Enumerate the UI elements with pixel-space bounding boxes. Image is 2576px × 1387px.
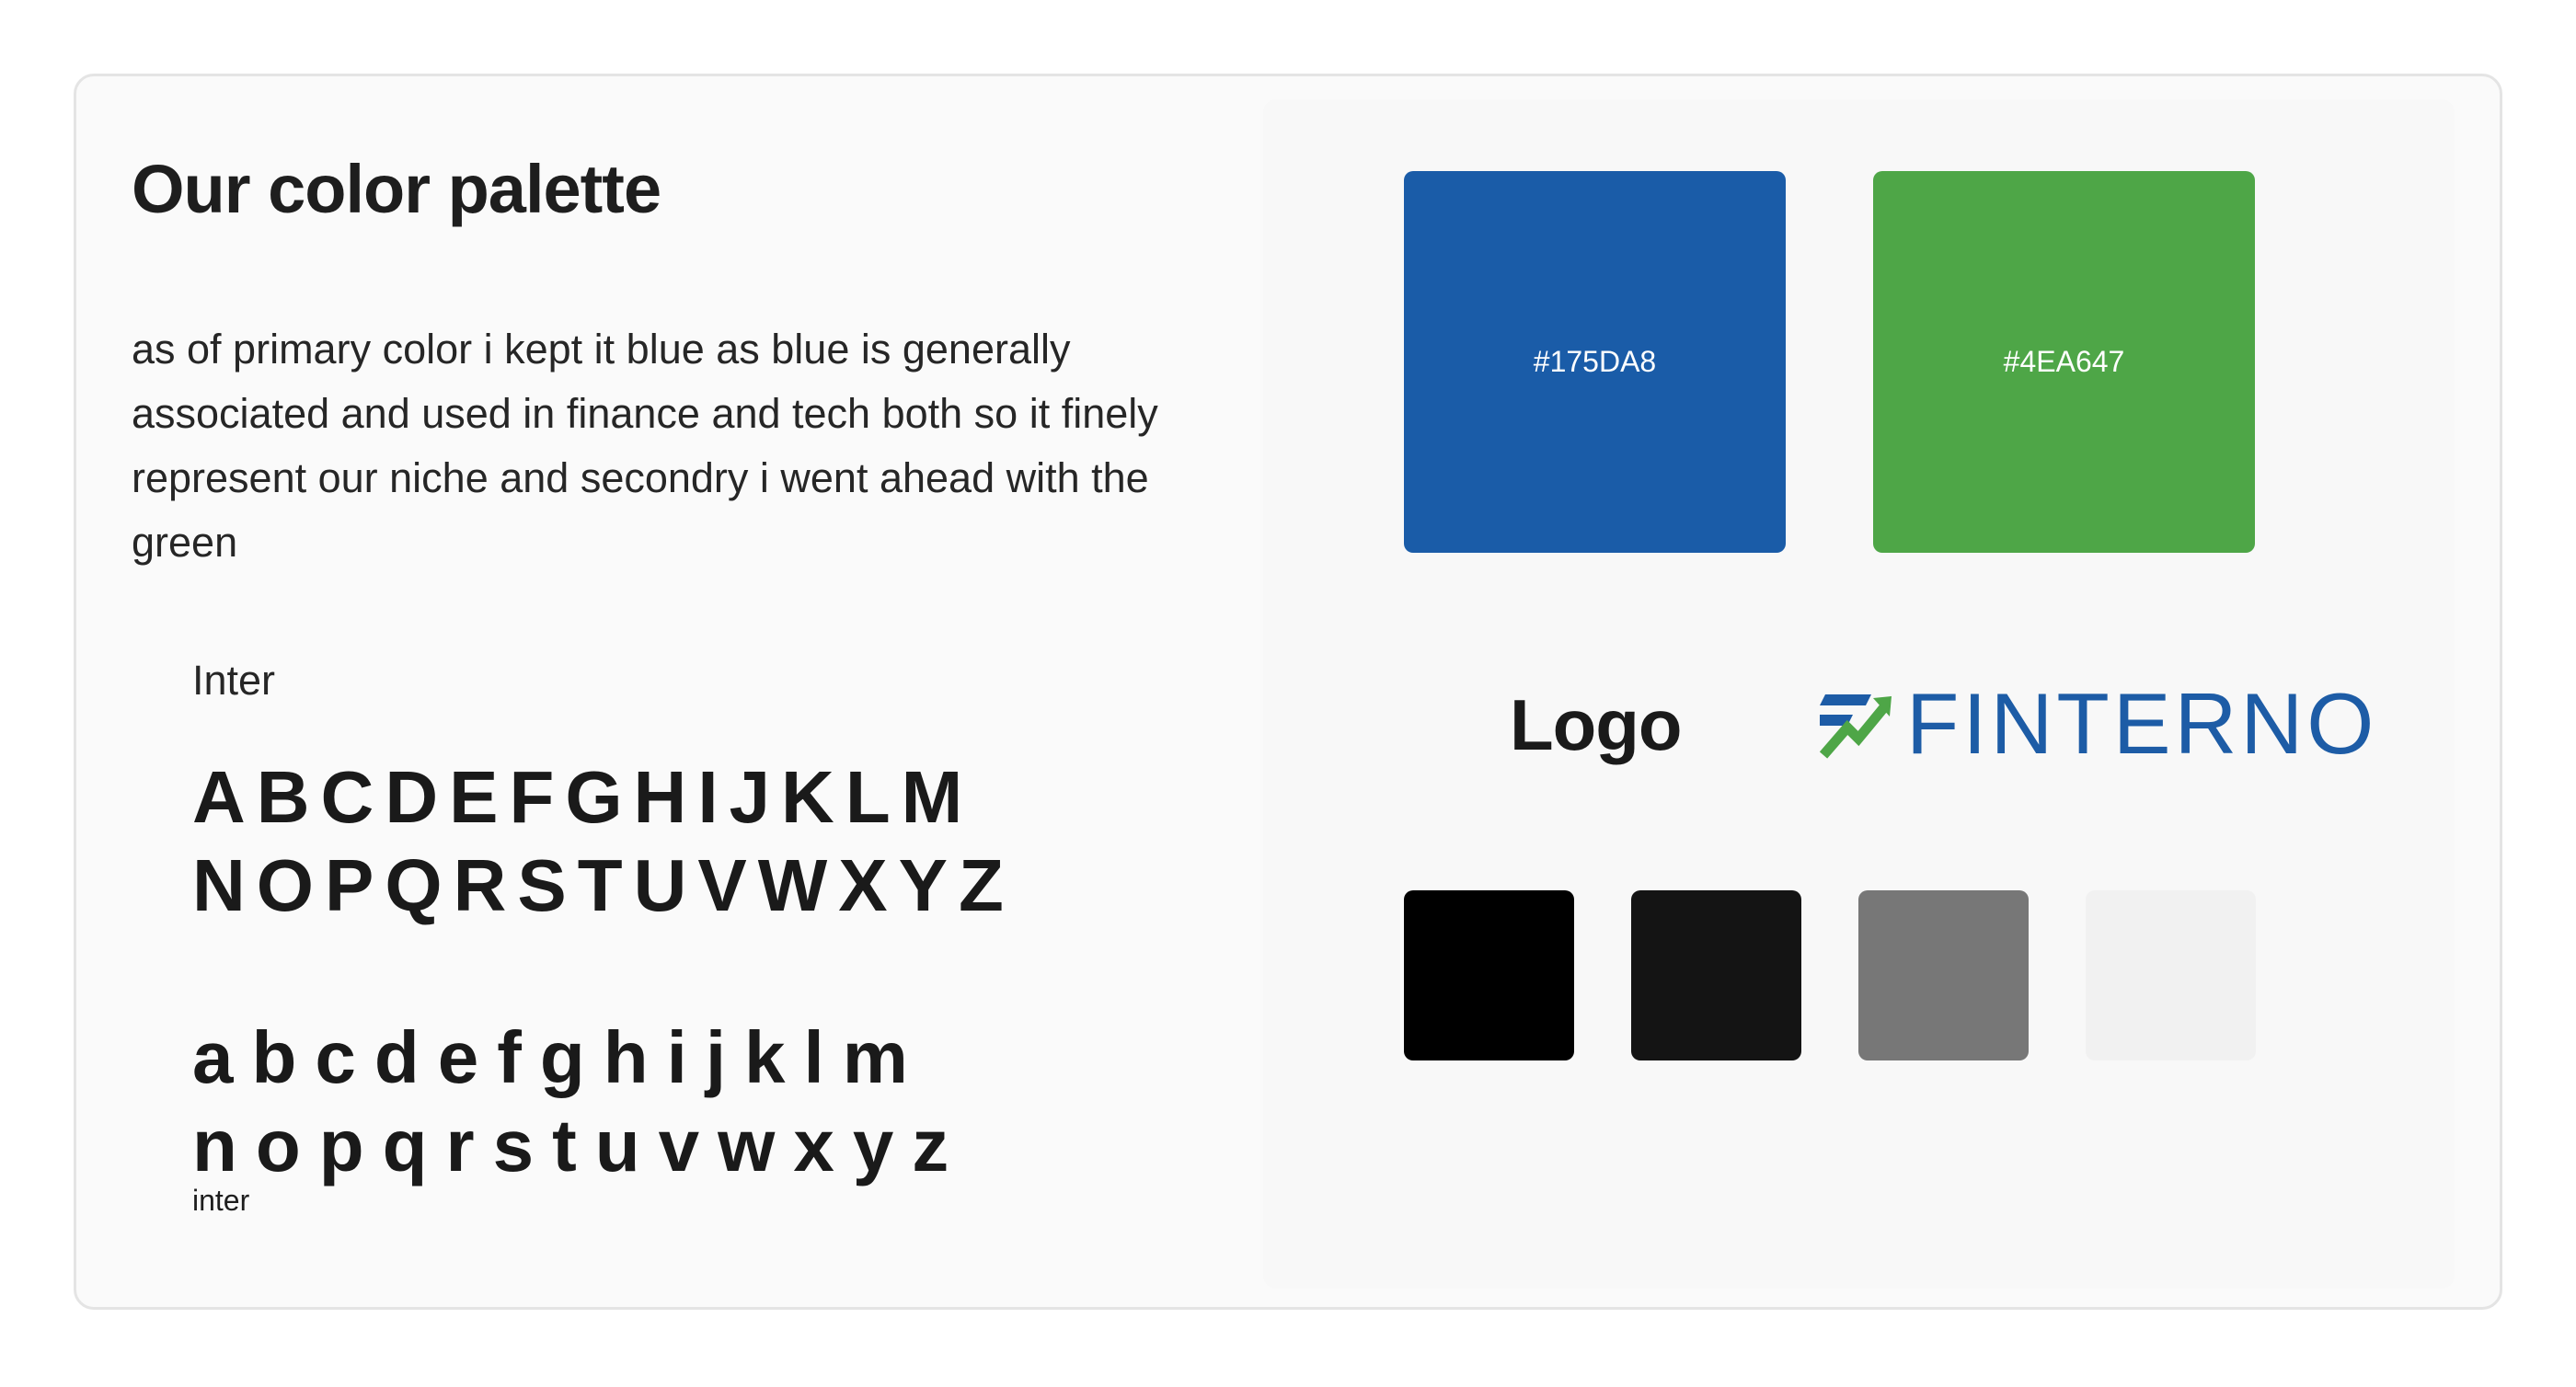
neutral-swatch-gray (1858, 890, 2029, 1060)
uppercase-alphabet-line-2: NOPQRSTUVWXYZ (192, 844, 1015, 926)
font-name-label: Inter (192, 657, 276, 704)
secondary-color-code: #4EA647 (2003, 345, 2125, 378)
font-caption: inter (192, 1184, 250, 1217)
logo-wordmark: FINTERNO (1906, 675, 2378, 772)
lowercase-alphabet-line-1: abcdefghijklm (192, 1016, 926, 1098)
neutral-swatch-near-black (1631, 890, 1801, 1060)
lowercase-alphabet-line-2: nopqrstuvwxyz (192, 1105, 968, 1186)
page-title: Our color palette (132, 151, 661, 227)
finterno-logo: FINTERNO (1820, 681, 2377, 767)
secondary-color-swatch: #4EA647 (1873, 171, 2255, 553)
neutral-swatch-black (1404, 890, 1574, 1060)
palette-card: Our color palette as of primary color i … (74, 74, 2502, 1310)
finterno-arrow-icon (1820, 694, 1892, 759)
primary-color-code: #175DA8 (1533, 345, 1657, 378)
intro-paragraph: as of primary color i kept it blue as bl… (132, 326, 1158, 566)
primary-color-swatch: #175DA8 (1404, 171, 1786, 553)
logo-label: Logo (1510, 684, 1683, 765)
uppercase-alphabet-line-1: ABCDEFGHIJKLM (192, 756, 974, 838)
neutral-swatch-light-gray (2086, 890, 2256, 1060)
palette-panel: #175DA8 #4EA647 Logo FINTERNO (1263, 99, 2455, 1289)
